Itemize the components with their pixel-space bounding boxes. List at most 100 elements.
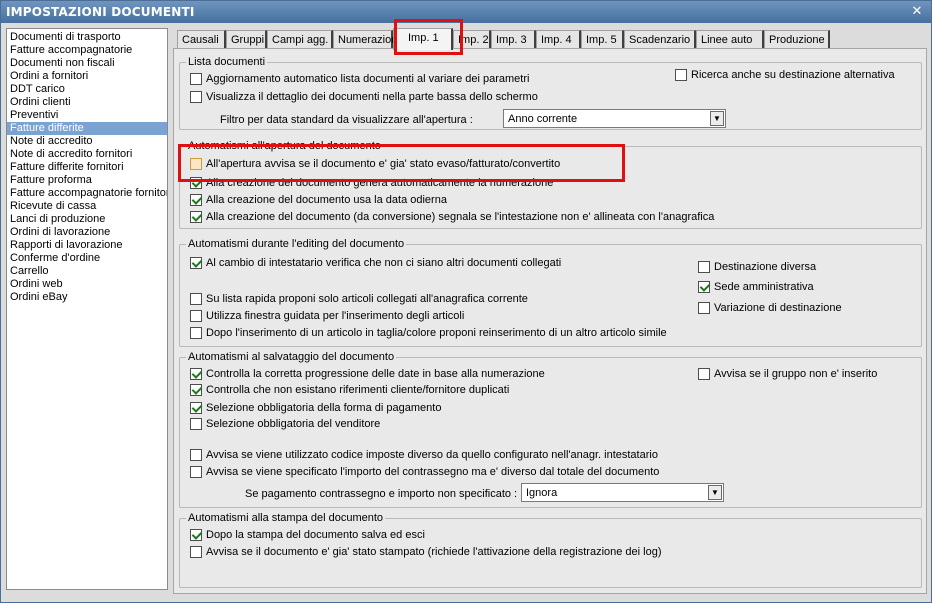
checkbox-label: Dopo la stampa del documento salva ed es… (206, 529, 425, 541)
tab-panel-imp1: Lista documenti Aggiornamento automatico… (173, 48, 927, 594)
checkbox-label: Visualizza il dettaglio dei documenti ne… (206, 91, 538, 103)
chevron-down-icon[interactable]: ▼ (710, 111, 724, 126)
checkbox-label: Controlla la corretta progressione delle… (206, 368, 545, 380)
checkbox-box[interactable] (698, 281, 710, 293)
checkbox-box[interactable] (190, 194, 202, 206)
select-value: Ignora (526, 487, 558, 499)
checkbox-box[interactable] (190, 384, 202, 396)
checkbox-label: Selezione obbligatoria del venditore (206, 418, 381, 430)
tab-campi-agg[interactable]: Campi agg. (267, 30, 333, 49)
checkbox-box[interactable] (698, 302, 710, 314)
list-item[interactable]: Rapporti di lavorazione (7, 239, 167, 252)
tab-imp-3[interactable]: Imp. 3 (491, 30, 536, 49)
checkbox-box[interactable] (190, 177, 202, 189)
checkbox-box[interactable] (190, 327, 202, 339)
checkbox-label: Destinazione diversa (714, 261, 817, 273)
checkbox-box[interactable] (698, 368, 710, 380)
list-item[interactable]: Ordini clienti (7, 96, 167, 109)
list-item[interactable]: Fatture proforma (7, 174, 167, 187)
list-item[interactable]: Ordini a fornitori (7, 70, 167, 83)
group-apertura: Automatismi all'apertura del documento A… (179, 139, 922, 229)
list-item[interactable]: Carrello (7, 265, 167, 278)
chevron-down-icon[interactable]: ▼ (708, 485, 722, 500)
checkbox-box[interactable] (698, 261, 710, 273)
group-salvataggio: Automatismi al salvataggio del documento… (179, 350, 922, 508)
checkbox-label: Al cambio di intestatario verifica che n… (206, 257, 562, 269)
checkbox-label: Utilizza finestra guidata per l'inserime… (206, 310, 465, 322)
checkbox-label: Avvisa se viene specificato l'importo de… (206, 466, 660, 478)
tab-linee-auto[interactable]: Linee auto (696, 30, 764, 49)
close-icon[interactable]: ✕ (910, 1, 924, 23)
checkbox-label: Dopo l'inserimento di un articolo in tag… (206, 327, 667, 339)
list-item[interactable]: Note di accredito fornitori (7, 148, 167, 161)
cod-label: Se pagamento contrassegno e importo non … (245, 488, 518, 500)
checkbox-box[interactable] (190, 158, 202, 170)
filter-date-select[interactable]: Anno corrente ▼ (503, 109, 726, 128)
tab-numerazioni[interactable]: Numerazioni (333, 30, 400, 49)
checkbox-box[interactable] (190, 466, 202, 478)
list-item[interactable]: Documenti di trasporto (7, 31, 167, 44)
group-lista-documenti: Lista documenti Aggiornamento automatico… (179, 55, 922, 130)
list-item[interactable]: DDT carico (7, 83, 167, 96)
checkbox-label: Aggiornamento automatico lista documenti… (206, 73, 530, 85)
checkbox-label: Avvisa se il documento e' gia' stato sta… (206, 546, 662, 558)
tab-gruppi[interactable]: Gruppi (226, 30, 267, 49)
list-item[interactable]: Conferme d'ordine (7, 252, 167, 265)
checkbox-label: Alla creazione del documento (da convers… (206, 211, 715, 223)
group-stampa: Automatismi alla stampa del documento Do… (179, 511, 922, 588)
tab-scadenzario[interactable]: Scadenzario (624, 30, 696, 49)
list-item[interactable]: Ordini web (7, 278, 167, 291)
list-item[interactable]: Documenti non fiscali (7, 57, 167, 70)
list-item[interactable]: Ricevute di cassa (7, 200, 167, 213)
checkbox-label: Avvisa se viene utilizzato codice impost… (206, 449, 658, 461)
checkbox-box[interactable] (190, 257, 202, 269)
checkbox-label: Sede amministrativa (714, 281, 814, 293)
select-value: Anno corrente (508, 113, 578, 125)
checkbox-box[interactable] (190, 211, 202, 223)
tab-produzione[interactable]: Produzione (764, 30, 830, 49)
checkbox-label: Controlla che non esistano riferimenti c… (206, 384, 510, 396)
list-item[interactable]: Ordini di lavorazione (7, 226, 167, 239)
checkbox-label: Alla creazione del documento usa la data… (206, 194, 447, 206)
tab-imp-4[interactable]: Imp. 4 (536, 30, 581, 49)
list-item[interactable]: Fatture differite (7, 122, 167, 135)
tab-imp-5[interactable]: Imp. 5 (581, 30, 624, 49)
tab-causali[interactable]: Causali (177, 30, 226, 49)
window-title: IMPOSTAZIONI DOCUMENTI (6, 5, 195, 19)
checkbox-label: All'apertura avvisa se il documento e' g… (206, 158, 561, 170)
checkbox-label: Selezione obbligatoria della forma di pa… (206, 402, 442, 414)
list-item[interactable]: Ordini eBay (7, 291, 167, 304)
checkbox-box[interactable] (190, 402, 202, 414)
checkbox-box[interactable] (675, 69, 687, 81)
checkbox-box[interactable] (190, 73, 202, 85)
list-item[interactable]: Note di accredito (7, 135, 167, 148)
checkbox-label: Variazione di destinazione (714, 302, 842, 314)
tab-imp-2[interactable]: Imp. 2 (453, 30, 491, 49)
checkbox-box[interactable] (190, 449, 202, 461)
group-editing: Automatismi durante l'editing del docume… (179, 237, 922, 347)
list-item[interactable]: Fatture accompagnatorie fornitori (7, 187, 167, 200)
group-title: Automatismi alla stampa del documento (186, 511, 386, 525)
list-item[interactable]: Lanci di produzione (7, 213, 167, 226)
tab-imp-1[interactable]: Imp. 1 (393, 28, 453, 50)
title-bar: IMPOSTAZIONI DOCUMENTI ✕ (1, 1, 931, 23)
cod-select[interactable]: Ignora ▼ (521, 483, 724, 502)
list-item[interactable]: Fatture accompagnatorie (7, 44, 167, 57)
checkbox-box[interactable] (190, 91, 202, 103)
checkbox-box[interactable] (190, 529, 202, 541)
checkbox-label: Ricerca anche su destinazione alternativ… (691, 69, 895, 81)
group-title: Lista documenti (186, 55, 268, 69)
checkbox-label: Avvisa se il gruppo non e' inserito (714, 368, 878, 380)
group-title: Automatismi al salvataggio del documento (186, 350, 397, 364)
filter-date-label: Filtro per data standard da visualizzare… (220, 114, 473, 126)
checkbox-label: Alla creazione del documento genera auto… (206, 177, 554, 189)
checkbox-box[interactable] (190, 310, 202, 322)
checkbox-box[interactable] (190, 293, 202, 305)
checkbox-box[interactable] (190, 418, 202, 430)
list-item[interactable]: Fatture differite fornitori (7, 161, 167, 174)
checkbox-box[interactable] (190, 368, 202, 380)
list-item[interactable]: Preventivi (7, 109, 167, 122)
document-type-list[interactable]: Documenti di trasporto Fatture accompagna… (6, 28, 168, 590)
checkbox-box[interactable] (190, 546, 202, 558)
group-title: Automatismi all'apertura del documento (186, 139, 383, 153)
